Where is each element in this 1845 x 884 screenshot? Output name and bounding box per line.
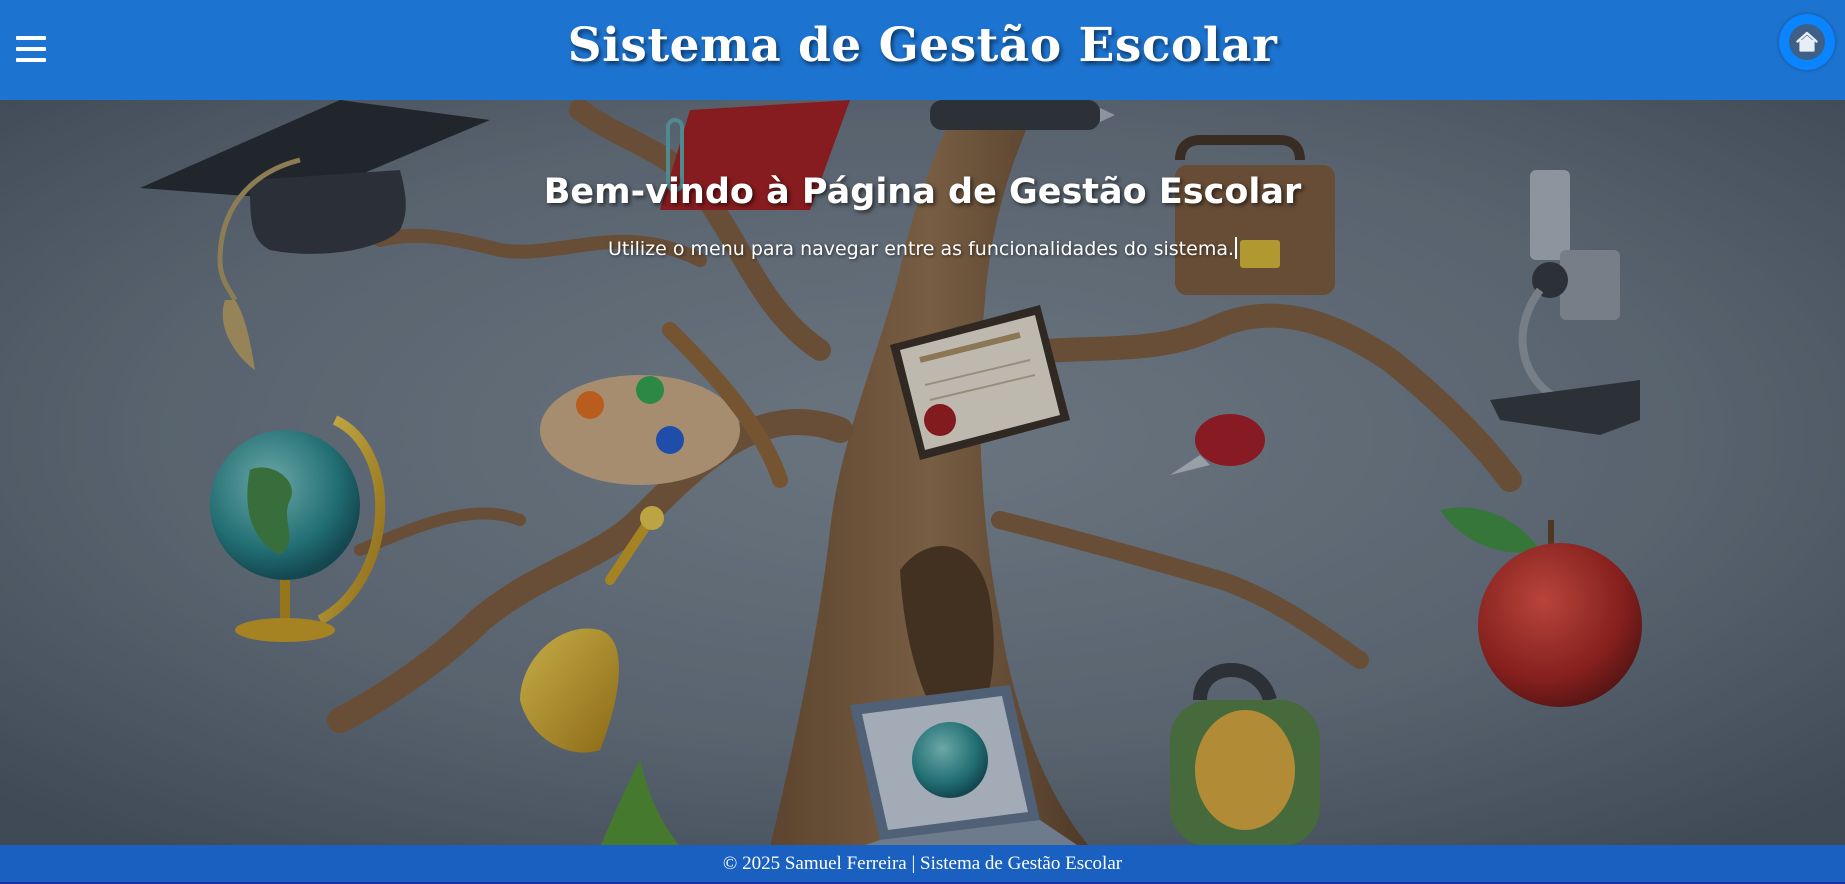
welcome-text: Utilize o menu para navegar entre as fun… <box>0 237 1845 260</box>
footer: © 2025 Samuel Ferreira | Sistema de Gest… <box>0 845 1845 884</box>
page: Sistema de Gestão Escolar Bem-vindo à Pá… <box>0 0 1845 884</box>
welcome-section: Bem-vindo à Página de Gestão Escolar Uti… <box>0 172 1845 260</box>
welcome-title: Bem-vindo à Página de Gestão Escolar <box>543 172 1302 212</box>
text-caret <box>1235 237 1238 259</box>
footer-text: © 2025 Samuel Ferreira | Sistema de Gest… <box>722 853 1123 874</box>
welcome-text-content: Utilize o menu para navegar entre as fun… <box>607 238 1235 260</box>
home-icon <box>1796 31 1818 52</box>
app-title: Sistema de Gestão Escolar <box>567 18 1278 73</box>
pen-illustration <box>930 100 1115 130</box>
home-button[interactable] <box>1779 14 1835 70</box>
top-header: Sistema de Gestão Escolar <box>0 0 1845 100</box>
